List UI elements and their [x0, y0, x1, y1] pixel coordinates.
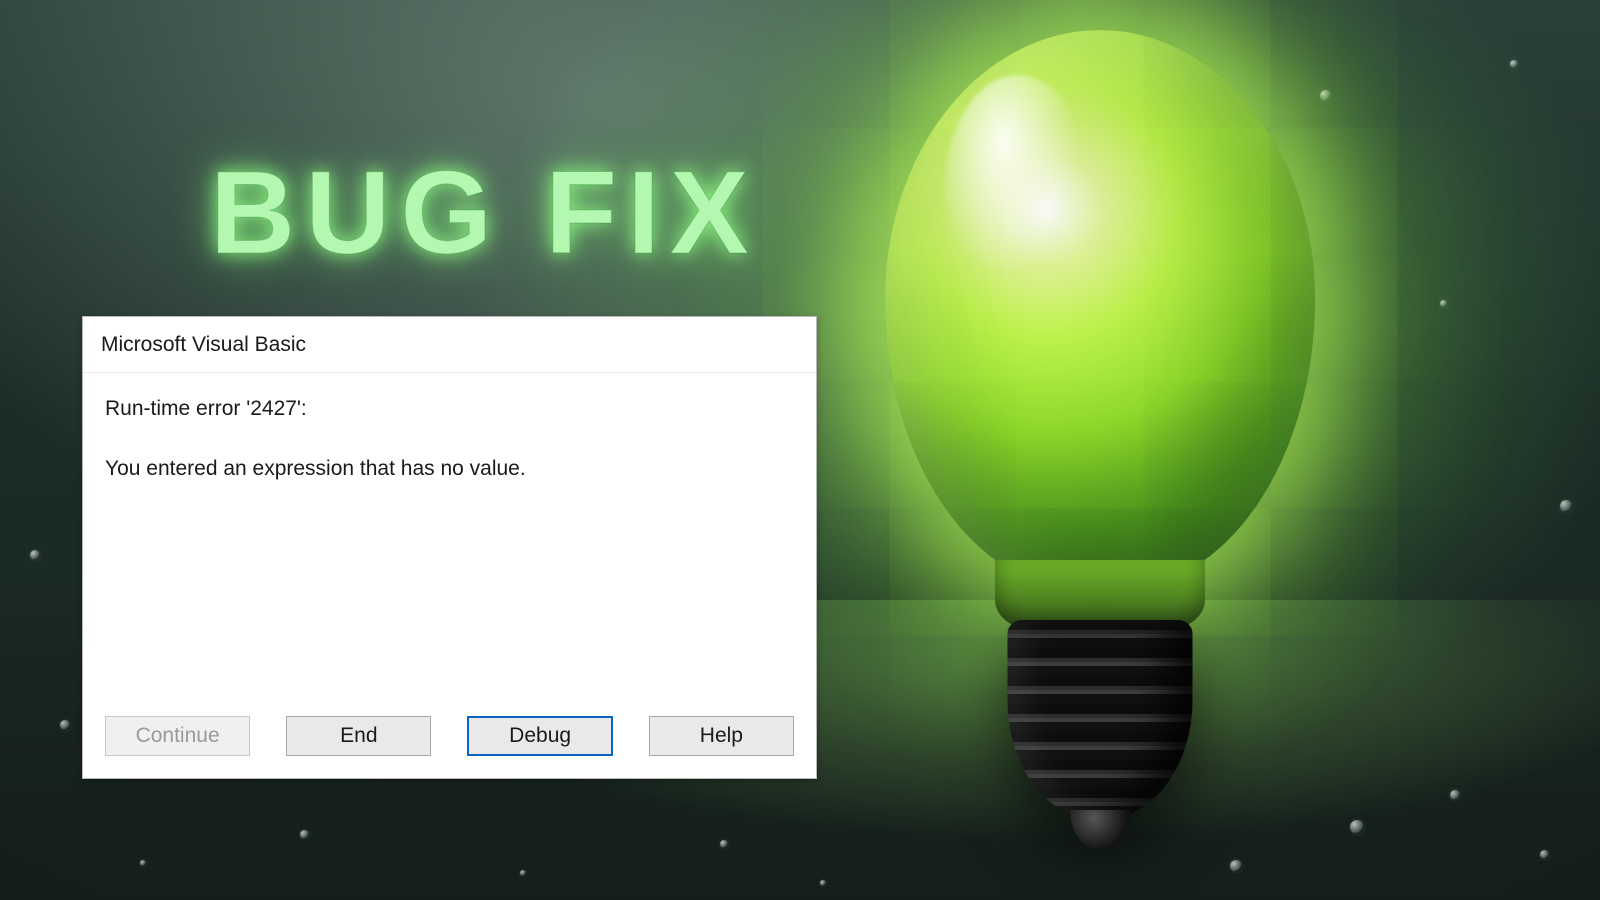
lightbulb-glass: [885, 30, 1315, 590]
dialog-titlebar[interactable]: Microsoft Visual Basic: [83, 317, 816, 373]
lightbulb-tip: [1070, 810, 1130, 850]
error-message-line: You entered an expression that has no va…: [105, 455, 794, 483]
headline-text: BUG FIX: [210, 145, 759, 281]
end-button[interactable]: End: [286, 716, 431, 756]
background-scene: BUG FIX Microsoft Visual Basic Run-time …: [0, 0, 1600, 900]
error-code-line: Run-time error '2427':: [105, 395, 794, 423]
continue-button: Continue: [105, 716, 250, 756]
lightbulb-graphic: [840, 30, 1360, 890]
dialog-title: Microsoft Visual Basic: [101, 333, 306, 357]
lightbulb-base: [1008, 620, 1193, 820]
help-button[interactable]: Help: [649, 716, 794, 756]
debug-button[interactable]: Debug: [467, 716, 612, 756]
error-dialog: Microsoft Visual Basic Run-time error '2…: [82, 316, 817, 779]
dialog-body: Run-time error '2427': You entered an ex…: [83, 373, 816, 716]
dialog-button-row: Continue End Debug Help: [83, 716, 816, 778]
